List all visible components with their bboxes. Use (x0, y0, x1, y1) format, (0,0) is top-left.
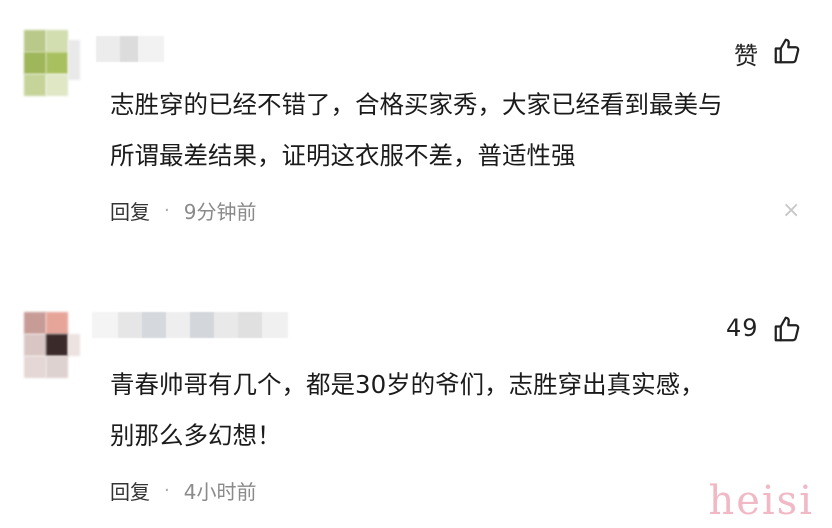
close-icon[interactable]: × (782, 200, 800, 222)
comment-meta: 回复 · 9分钟前 (110, 196, 256, 225)
comment-item: 49 青春帅哥有几个，都是30岁的爷们，志胜穿出真实感， 别那么多幻想！ 回复 … (0, 296, 832, 528)
comment-list: 赞 志胜穿的已经不错了，合格买家秀，大家已经看到最美与 所谓最差结果，证明这衣服… (0, 0, 832, 528)
comment-text: 青春帅哥有几个，都是30岁的爷们，志胜穿出真实感， 别那么多幻想！ (110, 370, 705, 450)
thumbs-up-icon[interactable] (772, 314, 802, 344)
reply-button[interactable]: 回复 (110, 476, 150, 505)
comment-text: 志胜穿的已经不错了，合格买家秀，大家已经看到最美与 所谓最差结果，证明这衣服不差… (110, 90, 723, 170)
avatar[interactable] (24, 30, 80, 96)
avatar[interactable] (24, 312, 80, 378)
comment-meta: 回复 · 4小时前 (110, 476, 256, 505)
username[interactable] (92, 312, 288, 338)
timestamp: 4小时前 (183, 480, 257, 504)
separator-dot: · (164, 200, 170, 221)
username[interactable] (96, 36, 166, 62)
thumbs-up-icon[interactable] (772, 36, 802, 66)
like-count: 赞 (734, 42, 759, 70)
reply-button[interactable]: 回复 (110, 196, 150, 225)
timestamp: 9分钟前 (183, 200, 257, 224)
like-count: 49 (726, 314, 759, 342)
comment-item: 赞 志胜穿的已经不错了，合格买家秀，大家已经看到最美与 所谓最差结果，证明这衣服… (0, 0, 832, 250)
separator-dot: · (164, 480, 170, 501)
watermark: heisi (708, 478, 814, 524)
